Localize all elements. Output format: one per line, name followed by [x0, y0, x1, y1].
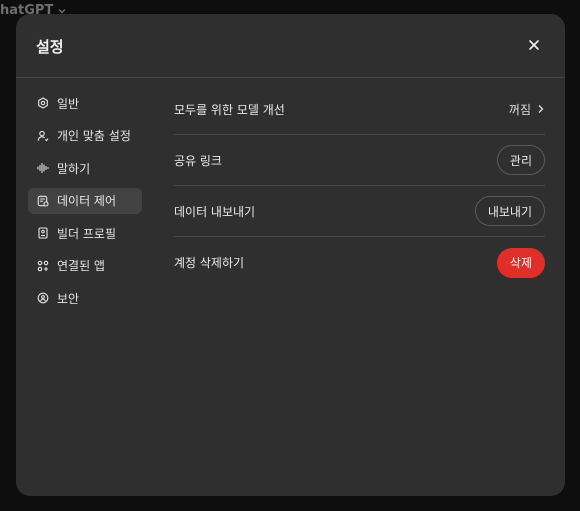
sidebar-item-label: 일반: [57, 96, 80, 111]
manage-shared-links-button[interactable]: 관리: [496, 145, 545, 175]
delete-account-row: 계정 삭제하기 삭제: [174, 237, 545, 288]
close-button[interactable]: [525, 36, 543, 54]
export-data-row: 데이터 내보내기 내보내기: [174, 186, 545, 237]
waveform-icon: [37, 162, 49, 174]
sidebar-item-label: 데이터 제어: [57, 194, 117, 208]
database-icon: [37, 195, 49, 207]
improve-model-row: 모두를 위한 모델 개선 꺼짐: [174, 95, 545, 135]
sidebar-item-builder-profile[interactable]: 빌더 프로필: [28, 220, 142, 246]
gear-icon: [37, 97, 49, 109]
close-icon: [528, 36, 540, 55]
sidebar-item-data-controls[interactable]: 데이터 제어: [28, 187, 142, 214]
delete-account-button[interactable]: 삭제: [496, 247, 545, 278]
shared-links-label: 공유 링크: [174, 153, 222, 168]
apps-icon: [37, 260, 49, 272]
sidebar-item-connected-apps[interactable]: 연결된 앱: [28, 253, 142, 279]
sidebar-item-label: 개인 맞춤 설정: [57, 129, 131, 143]
sidebar-item-label: 보안: [57, 291, 80, 306]
modal-title: 설정: [36, 38, 64, 56]
sidebar-item-label: 빌더 프로필: [57, 226, 117, 241]
improve-model-setting[interactable]: 꺼짐: [509, 101, 545, 118]
shield-icon: [37, 292, 49, 304]
person-icon: [37, 130, 49, 142]
settings-modal: 설정 일반 개인 맞춤 설정 말하기 데이터 제어 빌더 프로필 연결된 앱 보…: [16, 14, 565, 496]
sidebar-item-speech[interactable]: 말하기: [28, 155, 142, 181]
sidebar-item-label: 연결된 앱: [57, 259, 105, 273]
sidebar-item-personalization[interactable]: 개인 맞춤 설정: [28, 123, 142, 149]
delete-account-label: 계정 삭제하기: [174, 256, 245, 270]
id-card-icon: [37, 227, 49, 239]
export-data-button[interactable]: 내보내기: [474, 196, 545, 226]
settings-sidebar: 일반 개인 맞춤 설정 말하기 데이터 제어 빌더 프로필 연결된 앱 보안: [28, 90, 142, 318]
modal-header: 설정: [16, 14, 565, 78]
improve-model-label: 모두를 위한 모델 개선: [174, 103, 285, 117]
sidebar-item-general[interactable]: 일반: [28, 90, 142, 116]
sidebar-item-security[interactable]: 보안: [28, 285, 142, 311]
data-controls-panel: 모두를 위한 모델 개선 꺼짐 공유 링크 관리 데이터 내보내기 내보내기 계…: [174, 95, 545, 288]
improve-model-value: 꺼짐: [508, 103, 531, 117]
sidebar-item-label: 말하기: [57, 161, 91, 176]
chevron-right-icon: [537, 103, 545, 117]
shared-links-row: 공유 링크 관리: [174, 135, 545, 186]
export-data-label: 데이터 내보내기: [174, 204, 256, 219]
